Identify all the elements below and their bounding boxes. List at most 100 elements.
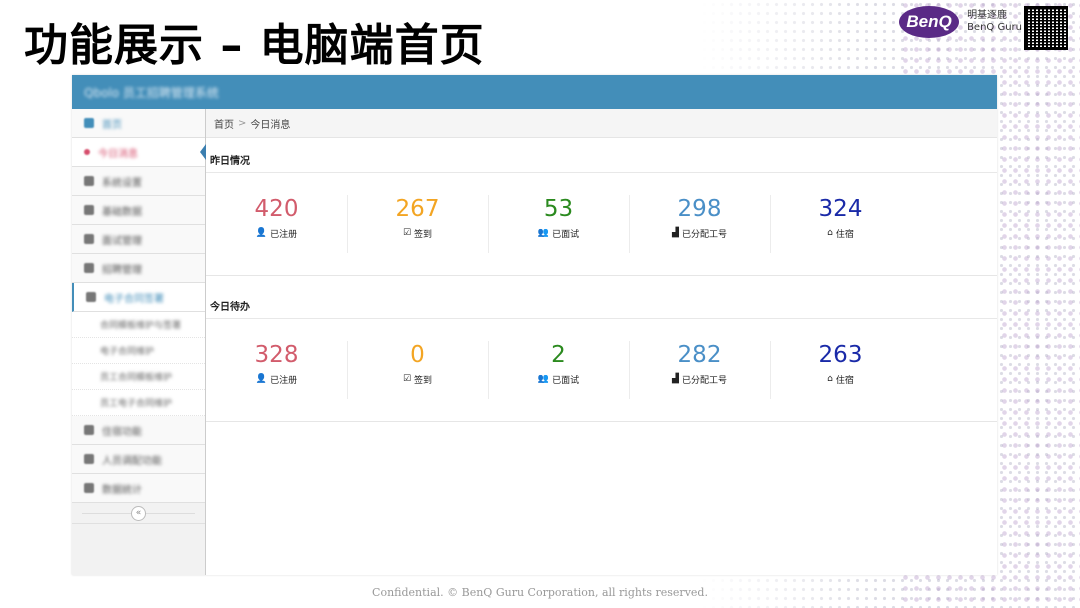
sidebar-item-recruit[interactable]: 招聘管理 [72,254,205,283]
stat-value: 328 [254,342,299,368]
sidebar-item-label: 招聘管理 [102,264,142,276]
sidebar-item-settings[interactable]: 系统设置 [72,167,205,196]
stat-value: 2 [551,342,566,368]
sidebar-item-label: 人员调配功能 [102,455,162,467]
stat-dormitory[interactable]: 324 ⌂ 住宿 [770,195,911,275]
benq-logo: BenQ [899,6,960,38]
home-icon: ⌂ [827,228,833,238]
stat-label: 已分配工号 [681,376,727,386]
brand-block: BenQ 明基逐鹿 BenQ Guru [899,6,1022,38]
stat-label-row: 👤 已注册 [206,373,347,387]
qr-code [1024,6,1068,50]
sidebar-item-label: 数据统计 [102,484,142,496]
sidebar-item-interview[interactable]: 面试管理 [72,225,205,254]
breadcrumb-home[interactable]: 首页 [214,116,234,131]
user-icon: 👤 [255,374,268,384]
stat-label-row: ⌂ 住宿 [770,227,911,241]
stat-label-row: 👥 已面试 [488,373,629,387]
user-icon: 👤 [255,228,268,238]
table-icon [84,205,94,215]
stat-value: 324 [818,196,863,222]
sidebar-item-statistics[interactable]: 数据统计 [72,474,205,503]
sidebar-item-dormitory[interactable]: 住宿功能 [72,416,205,445]
breadcrumb-current: 今日消息 [250,119,291,131]
stat-interviewed[interactable]: 2 👥 已面试 [488,341,629,421]
sidebar-subitem-label: 电子合同维护 [100,347,155,357]
stat-label-row: ▟ 已分配工号 [629,227,770,241]
sidebar-item-home[interactable]: 首页 [72,109,205,138]
stat-dormitory[interactable]: 263 ⌂ 住宿 [770,341,911,421]
sidebar-item-label: 住宿功能 [102,426,142,438]
stat-interviewed[interactable]: 53 👥 已面试 [488,195,629,275]
group-icon: 👥 [537,228,550,238]
stat-label: 住宿 [835,230,854,240]
stat-value: 282 [677,342,722,368]
home-icon: ⌂ [827,374,833,384]
stat-label-row: ⌂ 住宿 [770,373,911,387]
app-title: Qbolo 员工招聘管理系统 [84,85,219,100]
stat-label: 已面试 [552,230,580,240]
sidebar: 首页 今日消息 系统设置 基础数据 面试管理 招聘管理 电子合同签署 合同模板维… [72,109,206,575]
sidebar-item-base-data[interactable]: 基础数据 [72,196,205,225]
sidebar-item-dispatch[interactable]: 人员调配功能 [72,445,205,474]
sidebar-subitem[interactable]: 电子合同维护 [72,338,205,364]
check-square-icon: ☑ [402,228,412,238]
sidebar-item-today-messages[interactable]: 今日消息 [72,138,206,167]
collapse-sidebar-button[interactable]: « [131,505,146,521]
slide-footer: Confidential. © BenQ Guru Corporation, a… [372,586,708,599]
stat-value: 267 [395,196,440,222]
stat-label: 已注册 [270,376,298,386]
home-icon [84,118,94,128]
sidebar-item-label: 首页 [102,119,122,131]
stat-label: 已面试 [552,376,580,386]
stat-checkin[interactable]: 0 ☑ 签到 [347,341,488,421]
breadcrumb: 首页 > 今日消息 [206,109,997,138]
stat-label-row: 👤 已注册 [206,227,347,241]
sidebar-subitem-label: 员工合同模板维护 [100,373,173,383]
sidebar-subitem[interactable]: 员工合同模板维护 [72,364,205,390]
sidebar-subitem[interactable]: 合同模板维护与签署 [72,312,205,338]
monitor-icon [84,454,94,464]
check-square-icon: ☑ [402,374,412,384]
group-icon: 👥 [537,374,550,384]
bed-icon [84,425,94,435]
slide-title: 功能展示 – 电脑端首页 [24,20,485,71]
stat-label-row: ☑ 签到 [347,373,488,387]
section-title-today: 今日待办 [206,284,997,319]
stat-label-row: ☑ 签到 [347,227,488,241]
section-title-yesterday: 昨日情况 [206,138,997,173]
sidebar-subitem-label: 员工电子合同维护 [100,399,173,409]
stat-value: 420 [254,196,299,222]
stat-assigned-id[interactable]: 282 ▟ 已分配工号 [629,341,770,421]
sidebar-subitem-label: 合同模板维护与签署 [100,321,182,331]
gear-icon [84,176,94,186]
sidebar-subitem[interactable]: 员工电子合同维护 [72,390,205,416]
stat-label: 已分配工号 [681,230,727,240]
stat-value: 53 [543,196,574,222]
stats-row-yesterday: 420 👤 已注册 267 ☑ 签到 53 👥 已面试 298 ▟ 已分配工号 324 … [206,173,997,276]
brand-text: 明基逐鹿 BenQ Guru [967,10,1022,34]
sitemap-icon: ▟ [672,374,679,384]
sidebar-item-label: 电子合同签署 [104,293,164,305]
chart-icon [84,483,94,493]
stat-value: 0 [410,342,425,368]
stat-assigned-id[interactable]: 298 ▟ 已分配工号 [629,195,770,275]
app-topbar: Qbolo 员工招聘管理系统 [72,75,997,109]
stat-label: 签到 [414,230,433,240]
stat-registered[interactable]: 420 👤 已注册 [206,195,347,275]
stat-registered[interactable]: 328 👤 已注册 [206,341,347,421]
sidebar-collapse-bar: « [72,503,205,524]
stat-checkin[interactable]: 267 ☑ 签到 [347,195,488,275]
sidebar-item-contract[interactable]: 电子合同签署 [72,283,205,312]
stat-label: 签到 [414,376,433,386]
pen-icon [86,292,96,302]
brand-text-cn: 明基逐鹿 [967,10,1008,21]
brand-text-en: BenQ Guru [967,22,1022,33]
stat-label-row: ▟ 已分配工号 [629,373,770,387]
app-screenshot: Qbolo 员工招聘管理系统 首页 今日消息 系统设置 基础数据 面试管理 招聘… [72,75,997,575]
users-icon [84,263,94,273]
sidebar-item-label: 面试管理 [102,235,142,247]
stats-row-today: 328 👤 已注册 0 ☑ 签到 2 👥 已面试 282 ▟ 已分配工号 263 ⌂ 住宿 [206,319,997,422]
stat-label: 住宿 [835,376,854,386]
